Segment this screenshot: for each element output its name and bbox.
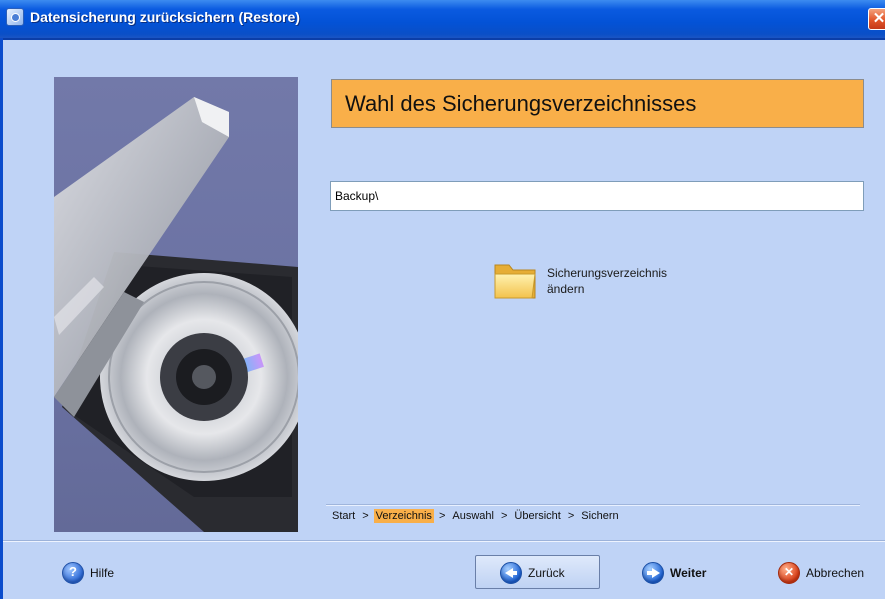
title-bar[interactable]: Datensicherung zurücksichern (Restore) ✕: [0, 0, 885, 40]
page-title: Wahl des Sicherungsverzeichnisses: [345, 91, 697, 116]
arrow-right-icon: [642, 562, 664, 584]
change-folder-button[interactable]: [492, 255, 540, 303]
breadcrumb-step-uebersicht: Übersicht: [514, 510, 561, 522]
next-button-label: Weiter: [670, 566, 707, 580]
cancel-button[interactable]: Abbrechen: [778, 558, 864, 588]
back-button[interactable]: Zurück: [500, 558, 565, 588]
breadcrumb-separator: >: [500, 510, 508, 522]
cancel-button-label: Abbrechen: [806, 566, 865, 580]
breadcrumb-step-start: Start: [332, 510, 356, 522]
app-icon: [6, 8, 24, 26]
help-icon: [62, 562, 84, 584]
breadcrumb-separator: >: [362, 510, 369, 522]
breadcrumb-separator: >: [438, 510, 446, 522]
cancel-icon: [778, 562, 800, 584]
arrow-left-icon: [500, 562, 522, 584]
window-title: Datensicherung zurücksichern (Restore): [30, 9, 300, 25]
breadcrumb-step-verzeichnis: Verzeichnis: [373, 509, 434, 523]
breadcrumb-separator: >: [567, 510, 575, 522]
help-button[interactable]: Hilfe: [62, 558, 114, 588]
section-header: Wahl des Sicherungsverzeichnisses: [331, 79, 864, 128]
breadcrumb: Start > Verzeichnis > Auswahl > Übersich…: [330, 509, 621, 523]
back-button-label: Zurück: [528, 566, 565, 580]
next-button[interactable]: Weiter: [642, 558, 706, 588]
change-folder-label[interactable]: Sicherungsverzeichnis ändern: [547, 265, 717, 297]
folder-icon: [494, 264, 536, 299]
backup-path-input[interactable]: [330, 181, 864, 211]
breadcrumb-step-auswahl: Auswahl: [452, 510, 494, 522]
close-button[interactable]: ✕: [868, 8, 885, 30]
cd-case-image: [54, 77, 298, 532]
help-button-label: Hilfe: [90, 566, 115, 580]
button-bar-divider: [3, 540, 885, 542]
breadcrumb-divider: [326, 504, 860, 506]
breadcrumb-step-sichern: Sichern: [581, 510, 619, 522]
